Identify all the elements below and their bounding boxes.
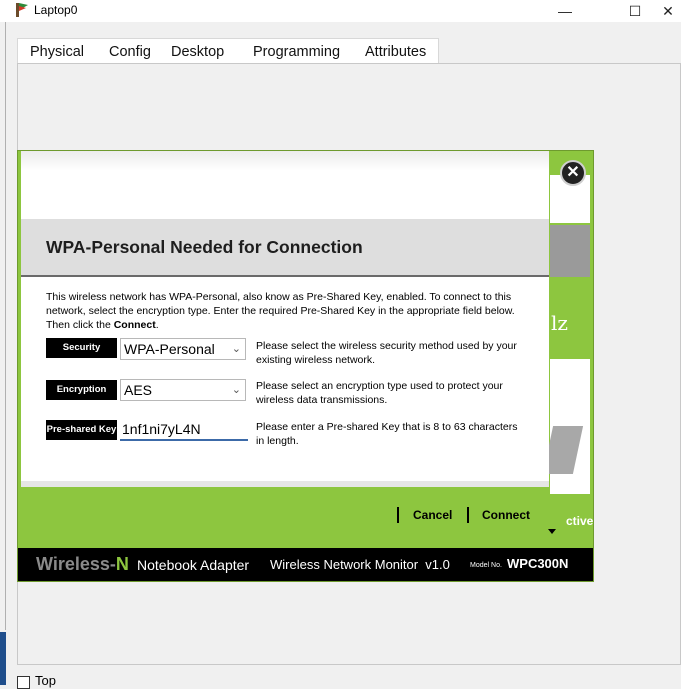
dialog-button-bar xyxy=(21,487,549,542)
preshared-key-description: Please enter a Pre-shared Key that is 8 … xyxy=(256,421,518,447)
tab-physical[interactable]: Physical xyxy=(22,42,92,64)
app-icon xyxy=(16,3,28,17)
background-partial-button: ctive xyxy=(566,514,594,528)
monitor-footer: Wireless-N Notebook Adapter Wireless Net… xyxy=(18,548,593,581)
brand-logo: Wireless-N xyxy=(36,554,129,574)
background-signal-bar xyxy=(550,331,578,341)
dialog-top-area xyxy=(21,151,549,219)
chevron-down-icon: ⌄ xyxy=(231,384,241,396)
window-left-border xyxy=(5,22,6,630)
tab-bar: Physical Config Desktop Programming Attr… xyxy=(17,38,439,66)
button-separator xyxy=(397,507,399,523)
security-select[interactable]: WPA-Personal ⌄ xyxy=(120,338,246,360)
adapter-name: Notebook Adapter xyxy=(137,557,250,573)
wireless-monitor-window: lz ctive ✕ Wireless-N Notebook Adapter W… xyxy=(17,150,594,582)
dialog-intro: This wireless network has WPA-Personal, … xyxy=(46,291,515,331)
background-panel xyxy=(550,225,590,277)
monitor-version: Wireless Network Monitor v1.0 xyxy=(270,557,450,572)
model-number-label: Model No. xyxy=(470,562,502,569)
tab-programming[interactable]: Programming xyxy=(245,42,348,64)
encryption-label: Encryption xyxy=(46,380,117,400)
tab-config[interactable]: Config xyxy=(101,42,159,64)
window-title: Laptop0 xyxy=(34,3,78,17)
encryption-description: Please select an encryption type used to… xyxy=(256,380,503,406)
window-titlebar: Laptop0 — ☐ ✕ xyxy=(0,0,681,22)
cancel-button[interactable]: Cancel xyxy=(413,508,452,522)
connect-button[interactable]: Connect xyxy=(482,508,530,522)
encryption-select[interactable]: AES ⌄ xyxy=(120,379,246,401)
model-number: WPC300N xyxy=(507,556,569,571)
close-icon[interactable]: ✕ xyxy=(560,160,586,186)
minimize-button[interactable]: — xyxy=(542,0,588,22)
button-separator xyxy=(467,507,469,523)
taskbar-edge xyxy=(0,632,6,685)
top-checkbox-label: Top xyxy=(35,673,56,688)
preshared-key-input[interactable] xyxy=(120,419,248,441)
tab-attributes[interactable]: Attributes xyxy=(357,42,434,64)
chevron-down-icon: ⌄ xyxy=(231,343,241,355)
security-description: Please select the wireless security meth… xyxy=(256,340,517,366)
encryption-value: AES xyxy=(124,382,153,398)
close-window-button[interactable]: ✕ xyxy=(645,0,681,22)
security-label: Security xyxy=(46,338,117,358)
preshared-key-label: Pre-shared Key xyxy=(46,420,117,440)
wpa-dialog: WPA-Personal Needed for Connection This … xyxy=(21,151,556,542)
top-checkbox[interactable] xyxy=(17,676,30,689)
dialog-title: WPA-Personal Needed for Connection xyxy=(46,237,363,257)
dropdown-triangle-icon xyxy=(548,529,556,534)
security-value: WPA-Personal xyxy=(124,341,215,357)
